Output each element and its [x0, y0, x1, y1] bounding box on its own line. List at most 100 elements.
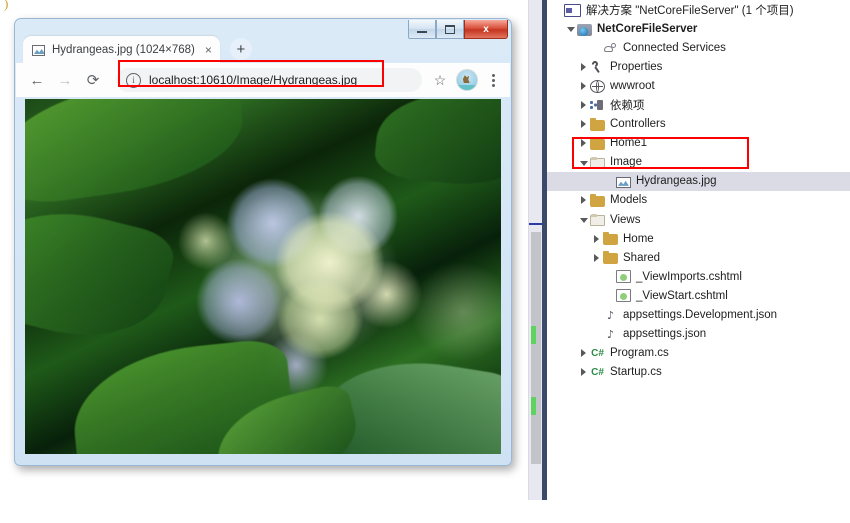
forward-button[interactable]: →: [52, 67, 78, 93]
tree-item-label: Shared: [623, 251, 661, 264]
hydrangeas-image[interactable]: [25, 99, 501, 454]
tree-item-home1[interactable]: Home1: [547, 134, 850, 153]
folder-icon: [590, 193, 605, 207]
tree-item-label: Hydrangeas.jpg: [636, 175, 717, 188]
stray-character: ): [4, 0, 9, 11]
tree-item-hydrangeas-jpg[interactable]: Hydrangeas.jpg: [547, 171, 850, 191]
tree-item-label: Connected Services: [623, 41, 726, 54]
minimize-icon: [417, 31, 427, 33]
chevron-right-icon[interactable]: [577, 368, 590, 377]
folder-open-icon: [590, 156, 605, 169]
solution-explorer-tree[interactable]: 解决方案 "NetCoreFileServer" (1 个项目) NetCoreF…: [547, 0, 850, 500]
tree-item-program-cs[interactable]: C# Program.cs: [547, 344, 850, 363]
chevron-right-icon[interactable]: [577, 62, 590, 71]
tree-item-netcorefileserver[interactable]: NetCoreFileServer: [547, 19, 850, 38]
tree-item-label: Models: [610, 194, 648, 207]
scrollbar-caret-line: [529, 223, 543, 225]
tree-item-properties[interactable]: Properties: [547, 57, 850, 76]
close-icon[interactable]: ×: [205, 44, 212, 56]
tree-item-appsettings-development-json[interactable]: ♪ appsettings.Development.json: [547, 306, 850, 325]
editor-scrollbar[interactable]: [528, 0, 543, 500]
reload-button[interactable]: ⟳: [80, 67, 106, 93]
folder-icon: [603, 232, 618, 246]
tree-item-label: _ViewStart.cshtml: [636, 289, 728, 302]
kebab-dot: [491, 73, 495, 77]
tree-item-connected-services[interactable]: Connected Services: [547, 38, 850, 57]
tree-item-label: Home: [623, 232, 654, 245]
dependencies-icon: [590, 99, 605, 112]
tree-item-label: appsettings.Development.json: [623, 309, 778, 322]
tree-item-models[interactable]: Models: [547, 191, 850, 210]
tree-item-image[interactable]: Image: [547, 153, 850, 172]
browser-tab[interactable]: Hydrangeas.jpg (1024×768) ×: [23, 36, 220, 63]
connected-services-icon: [603, 42, 618, 55]
json-file-icon: ♪: [606, 327, 615, 341]
csharp-file-icon: C#: [591, 366, 604, 378]
chevron-down-icon[interactable]: [577, 216, 590, 224]
tree-item-wwwroot[interactable]: wwwroot: [547, 76, 850, 95]
bookmark-star-icon[interactable]: ☆: [428, 68, 452, 92]
chevron-right-icon[interactable]: [577, 101, 590, 110]
tree-item-label: Program.cs: [610, 347, 669, 360]
more-options-icon[interactable]: [484, 68, 502, 92]
back-button[interactable]: ←: [24, 67, 50, 93]
chevron-right-icon[interactable]: [577, 81, 590, 90]
tree-item-startup-cs[interactable]: C# Startup.cs: [547, 363, 850, 382]
address-bar[interactable]: i localhost:10610/Image/Hydrangeas.jpg: [116, 68, 422, 92]
change-mark-icon: [531, 397, 536, 415]
info-icon[interactable]: i: [126, 72, 141, 88]
csharp-file-icon: C#: [591, 347, 604, 359]
screenshot-root: ) x Hydrangeas.jpg (1024×768) × + ← → ⟳: [0, 0, 850, 523]
tree-item-label: wwwroot: [610, 79, 655, 92]
window-controls: x: [408, 20, 508, 39]
chevron-right-icon[interactable]: [577, 139, 590, 148]
avatar[interactable]: [456, 69, 478, 91]
cshtml-file-icon: [616, 289, 631, 303]
project-icon: [577, 23, 592, 36]
tree-item-label: Image: [610, 156, 642, 169]
image-file-icon: [616, 176, 631, 188]
tree-item-label: Home1: [610, 137, 648, 150]
tree-item-views[interactable]: Views: [547, 210, 850, 229]
maximize-button[interactable]: [436, 20, 464, 39]
scrollbar-thumb[interactable]: [531, 232, 541, 464]
tree-item-viewstart-cshtml[interactable]: _ViewStart.cshtml: [547, 286, 850, 305]
page-viewport: [25, 99, 501, 454]
tree-item-shared[interactable]: Shared: [547, 248, 850, 267]
chevron-right-icon[interactable]: [577, 196, 590, 205]
tab-strip: Hydrangeas.jpg (1024×768) × +: [23, 35, 252, 63]
tree-item-label: appsettings.json: [623, 328, 707, 341]
url-text: localhost:10610/Image/Hydrangeas.jpg: [149, 73, 358, 87]
browser-window: x Hydrangeas.jpg (1024×768) × + ← → ⟳ i …: [14, 18, 512, 466]
tree-item-home[interactable]: Home: [547, 229, 850, 248]
chevron-down-icon[interactable]: [564, 25, 577, 33]
folder-icon: [603, 251, 618, 265]
tree-item-label: Views: [610, 213, 641, 226]
kebab-dot: [491, 78, 495, 82]
tree-item-viewimports-cshtml[interactable]: _ViewImports.cshtml: [547, 267, 850, 286]
tree-item-controllers[interactable]: Controllers: [547, 115, 850, 134]
tree-item-label: 解决方案 "NetCoreFileServer" (1 个项目): [586, 4, 794, 17]
tree-item-label: Properties: [610, 60, 663, 73]
kebab-dot: [491, 83, 495, 87]
chevron-right-icon[interactable]: [577, 120, 590, 129]
new-tab-button[interactable]: +: [229, 38, 252, 60]
minimize-button[interactable]: [408, 20, 436, 39]
browser-titlebar: x Hydrangeas.jpg (1024×768) × +: [15, 19, 511, 63]
folder-icon: [590, 117, 605, 131]
tree-item-appsettings-json[interactable]: ♪ appsettings.json: [547, 325, 850, 344]
chevron-right-icon[interactable]: [590, 234, 603, 243]
change-mark-icon: [531, 326, 536, 344]
tree-item-label: _ViewImports.cshtml: [636, 270, 742, 283]
leaf-shape: [25, 99, 251, 209]
chevron-down-icon[interactable]: [577, 159, 590, 166]
tree-item-netcorefileserver-1[interactable]: 解决方案 "NetCoreFileServer" (1 个项目): [547, 0, 850, 19]
maximize-icon: [445, 24, 455, 34]
chevron-right-icon[interactable]: [590, 253, 603, 262]
chevron-right-icon[interactable]: [577, 349, 590, 358]
image-file-icon: [32, 45, 45, 56]
close-button[interactable]: x: [464, 20, 508, 39]
tree-item-[interactable]: 依赖项: [547, 95, 850, 114]
browser-toolbar: ← → ⟳ i localhost:10610/Image/Hydrangeas…: [16, 63, 510, 97]
tab-title: Hydrangeas.jpg (1024×768): [52, 43, 195, 56]
